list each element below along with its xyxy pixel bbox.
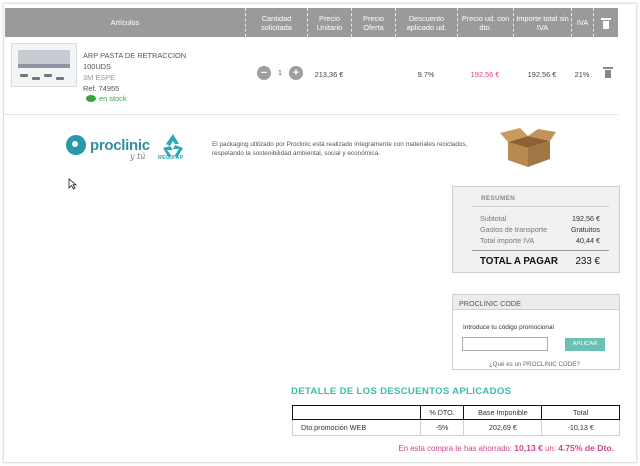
table-row: Dto.promoción WEB -5% 202,69 € -10,13 € xyxy=(292,419,620,436)
product-ref: Ref. 74955 xyxy=(83,84,120,93)
decrease-button[interactable]: − xyxy=(257,66,271,80)
col-descuento: Descuento aplicado ud. xyxy=(395,8,457,37)
order-summary: RESUMEN Subtotal 192,56 € Gastos de tran… xyxy=(452,186,620,273)
summary-transport: Gastos de transporte Gratuitos xyxy=(480,225,600,234)
promo-code-label: Introduce tu código promocional xyxy=(463,324,554,331)
precio-dto: 192,56 € xyxy=(470,70,500,79)
savings-pct: 4.75% de Dto. xyxy=(558,443,614,453)
disc-col-name xyxy=(292,405,421,420)
mouse-cursor-icon xyxy=(68,178,77,190)
logo-circle-icon xyxy=(66,135,86,155)
cart-row: ARP PASTA DE RETRACCION 100UDS 3M ESPE R… xyxy=(5,38,618,112)
disc-name: Dto.promoción WEB xyxy=(292,419,421,436)
disc-total: -10,13 € xyxy=(541,419,620,436)
cardboard-box-icon xyxy=(500,128,556,167)
col-importe: Importe total sin IVA xyxy=(513,8,571,37)
col-precio-dto: Precio ud. con dto. xyxy=(457,8,513,37)
iva: 21% xyxy=(574,70,590,79)
col-delete xyxy=(593,8,618,37)
importe: 192,56 € xyxy=(527,70,557,79)
stock-label: en stock xyxy=(99,94,127,103)
disc-col-total: Total xyxy=(541,405,620,420)
summary-iva: Total importe IVA 40,44 € xyxy=(480,236,600,245)
discounts-table: % DTO. Base Imponible Total Dto.promoció… xyxy=(292,405,620,436)
disc-base: 202,69 € xyxy=(463,419,543,436)
descuento: 9.7% xyxy=(417,70,435,79)
apply-button[interactable]: APLICAR xyxy=(565,338,605,351)
divider xyxy=(5,114,618,115)
eco-text: El packaging utilizado por Proclinic est… xyxy=(212,141,468,157)
cart-header: Artículos Cantidad solicitada Precio Uni… xyxy=(5,8,618,37)
disc-col-pct: % DTO. xyxy=(419,405,465,420)
col-precio-oferta: Precio Oferta xyxy=(351,8,395,37)
product-brand: 3M ESPE xyxy=(83,73,116,82)
logo-text: proclinic xyxy=(90,136,150,154)
summary-subtotal: Subtotal 192,56 € xyxy=(480,214,600,223)
summary-title: RESUMEN xyxy=(481,195,516,202)
savings-amount: 10,13 € xyxy=(514,443,543,453)
col-cantidad: Cantidad solicitada xyxy=(245,8,307,37)
savings-prefix: En esta compra te has ahorrado: xyxy=(398,444,513,453)
quantity-value[interactable]: 1 xyxy=(274,70,286,77)
col-articulos: Artículos xyxy=(110,18,140,27)
disc-pct: -5% xyxy=(419,419,465,436)
logo-subtitle: y tú xyxy=(130,152,146,161)
disc-col-base: Base Imponible xyxy=(463,405,543,420)
stock-icon xyxy=(86,95,96,102)
discounts-title: DETALLE DE LOS DESCUENTOS APLICADOS xyxy=(291,386,512,397)
product-size: 100UDS xyxy=(83,62,111,71)
increase-button[interactable]: + xyxy=(289,66,303,80)
col-precio-unitario: Precio Unitario xyxy=(307,8,351,37)
precio-unitario: 213,36 € xyxy=(314,70,344,79)
stock-status: en stock xyxy=(86,94,127,103)
product-image[interactable] xyxy=(11,43,77,87)
product-name[interactable]: ARP PASTA DE RETRACCION xyxy=(83,50,186,61)
col-iva: IVA xyxy=(571,8,593,37)
summary-total: TOTAL A PAGAR 233 € xyxy=(480,256,600,267)
quantity-stepper: − 1 + xyxy=(257,66,303,80)
delete-icon[interactable] xyxy=(603,66,613,78)
recycle-label: RECIPAP xyxy=(158,155,184,161)
promo-code-box: PROCLINIC CODE Introduce tu código promo… xyxy=(452,294,620,370)
savings-mid: un: xyxy=(545,444,556,453)
trash-icon xyxy=(601,17,611,29)
promo-code-input[interactable] xyxy=(462,337,548,351)
promo-code-help-link[interactable]: ¿Qué es un PROCLINIC CODE? xyxy=(489,361,580,368)
promo-code-title: PROCLINIC CODE xyxy=(453,295,619,310)
product-info: ARP PASTA DE RETRACCION 100UDS 3M ESPE R… xyxy=(83,50,186,94)
discounts-header-row: % DTO. Base Imponible Total xyxy=(292,405,620,420)
savings-line: En esta compra te has ahorrado: 10,13 € … xyxy=(292,441,620,456)
